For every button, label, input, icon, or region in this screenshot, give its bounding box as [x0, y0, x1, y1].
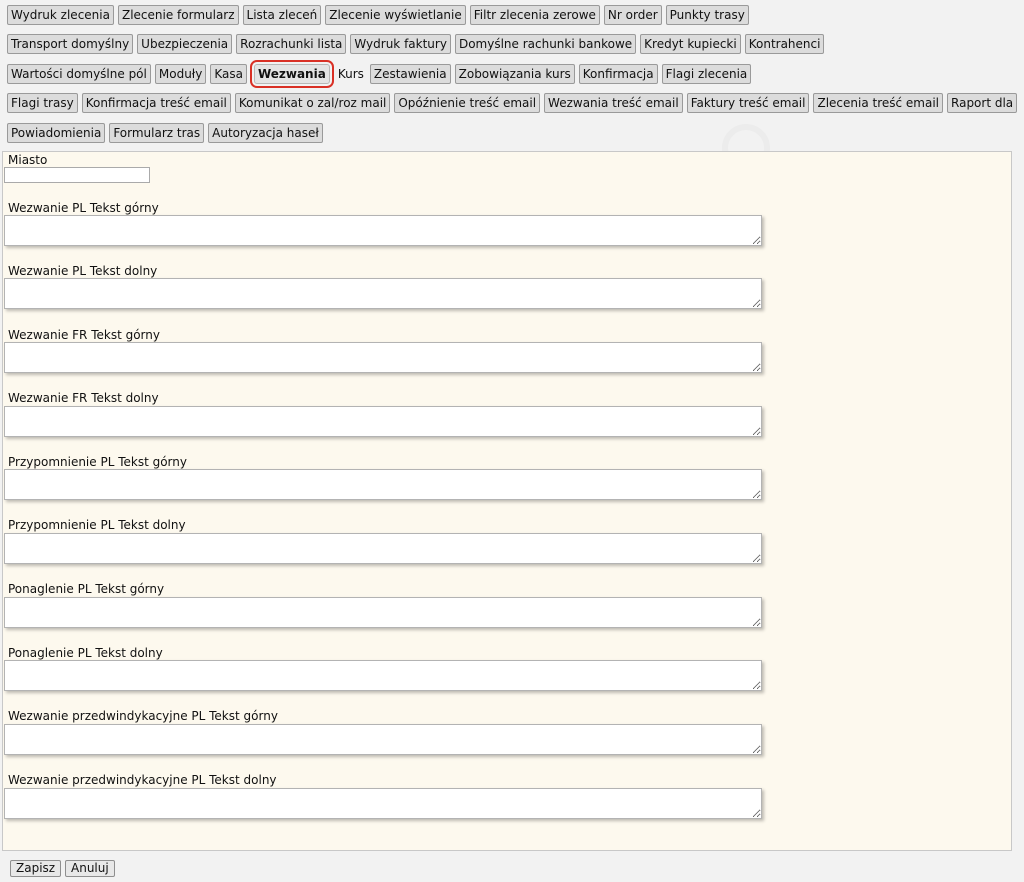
field-label-wezwanie-pl-dolny: Wezwanie PL Tekst dolny [8, 264, 158, 278]
tab-wezwania-tresc-email[interactable]: Wezwania treść email [544, 93, 683, 113]
textarea-przedwindykacyjne-pl-dolny[interactable] [4, 788, 762, 819]
tab-ubezpieczenia[interactable]: Ubezpieczenia [137, 34, 233, 54]
tab-kasa[interactable]: Kasa [210, 64, 247, 84]
tab-rozrachunki-lista[interactable]: Rozrachunki lista [236, 34, 347, 54]
tab-kredyt-kupiecki[interactable]: Kredyt kupiecki [640, 34, 741, 54]
tab-raport-dla[interactable]: Raport dla [947, 93, 1018, 113]
tab-zlecenie-formularz[interactable]: Zlecenie formularz [117, 5, 239, 25]
tab-kontrahenci[interactable]: Kontrahenci [744, 34, 825, 54]
field-label-przedwindykacyjne-pl-dolny: Wezwanie przedwindykacyjne PL Tekst doln… [8, 773, 277, 787]
textarea-ponaglenie-pl-dolny[interactable] [4, 660, 762, 691]
textarea-wezwanie-fr-dolny[interactable] [4, 406, 762, 437]
field-label-wezwanie-fr-gorny: Wezwanie FR Tekst górny [8, 328, 160, 342]
textarea-ponaglenie-pl-gorny[interactable] [4, 597, 762, 628]
tab-opoznienie-tresc-email[interactable]: Opóźnienie treść email [394, 93, 541, 113]
tab-konfirmacja[interactable]: Konfirmacja [578, 64, 658, 84]
tab-punkty-trasy[interactable]: Punkty trasy [665, 5, 749, 25]
tab-filtr-zlecenia-zerowe[interactable]: Filtr zlecenia zerowe [469, 5, 600, 25]
tab-faktury-tresc-email[interactable]: Faktury treść email [686, 93, 810, 113]
tab-autoryzacja-hasel[interactable]: Autoryzacja haseł [208, 123, 323, 143]
tab-zobowiazania-kurs[interactable]: Zobowiązania kurs [454, 64, 575, 84]
tab-wezwania[interactable]: Wezwania [249, 60, 334, 88]
tab-row-3: Wartości domyślne pól Moduły Kasa Wezwania K… [7, 60, 755, 88]
textarea-przedwindykacyjne-pl-gorny[interactable] [4, 724, 762, 755]
field-label-przypomnienie-pl-dolny: Przypomnienie PL Tekst dolny [8, 518, 186, 532]
field-label-ponaglenie-pl-gorny: Ponaglenie PL Tekst górny [8, 582, 165, 596]
city-label: Miasto [8, 153, 48, 167]
wezwania-form-panel: Miasto Wezwanie PL Tekst górny Wezwanie … [2, 151, 1012, 851]
tab-powiadomienia[interactable]: Powiadomienia [7, 123, 106, 143]
city-input[interactable] [4, 167, 150, 183]
tab-konfirmacja-tresc-email[interactable]: Konfirmacja treść email [81, 93, 231, 113]
tab-zestawienia[interactable]: Zestawienia [369, 64, 451, 84]
textarea-wezwanie-pl-dolny[interactable] [4, 278, 762, 309]
tab-moduly[interactable]: Moduły [154, 64, 207, 84]
field-label-przypomnienie-pl-gorny: Przypomnienie PL Tekst górny [8, 455, 187, 469]
tab-zlecenie-wyswietlanie[interactable]: Zlecenie wyświetlanie [325, 5, 466, 25]
tab-zlecenia-tresc-email[interactable]: Zlecenia treść email [813, 93, 944, 113]
tab-wydruk-zlecenia[interactable]: Wydruk zlecenia [7, 5, 114, 25]
settings-tabs: Wydruk zlecenia Zlecenie formularz Lista z… [0, 0, 1024, 150]
field-label-ponaglenie-pl-dolny: Ponaglenie PL Tekst dolny [8, 646, 163, 660]
form-footer: Zapisz Anuluj [2, 851, 1012, 882]
tab-row-5: Powiadomienia Formularz tras Autoryzacja h… [7, 123, 327, 143]
field-label-wezwanie-pl-gorny: Wezwanie PL Tekst górny [8, 201, 159, 215]
tab-kurs[interactable]: Kurs [336, 64, 366, 84]
tab-nr-order[interactable]: Nr order [603, 5, 662, 25]
tab-transport-domyslny[interactable]: Transport domyślny [7, 34, 134, 54]
field-label-wezwanie-fr-dolny: Wezwanie FR Tekst dolny [8, 391, 159, 405]
save-button[interactable]: Zapisz [10, 860, 62, 877]
textarea-przypomnienie-pl-gorny[interactable] [4, 469, 762, 500]
tab-row-2: Transport domyślny Ubezpieczenia Rozrachun… [7, 34, 828, 54]
tab-flagi-trasy[interactable]: Flagi trasy [7, 93, 78, 113]
textarea-wezwanie-fr-gorny[interactable] [4, 342, 762, 373]
tab-row-1: Wydruk zlecenia Zlecenie formularz Lista z… [7, 5, 753, 25]
textarea-przypomnienie-pl-dolny[interactable] [4, 533, 762, 564]
field-label-przedwindykacyjne-pl-gorny: Wezwanie przedwindykacyjne PL Tekst górn… [8, 709, 278, 723]
textarea-wezwanie-pl-gorny[interactable] [4, 215, 762, 246]
tab-komunikat-zal-roz-mail[interactable]: Komunikat o zal/roz mail [234, 93, 391, 113]
tab-wartosci-domyslne-pol[interactable]: Wartości domyślne pól [7, 64, 151, 84]
tab-wydruk-faktury[interactable]: Wydruk faktury [350, 34, 451, 54]
tab-formularz-tras[interactable]: Formularz tras [109, 123, 205, 143]
tab-flagi-zlecenia[interactable]: Flagi zlecenia [661, 64, 752, 84]
tab-row-4: Flagi trasy Konfirmacja treść email Komuni… [7, 93, 1021, 113]
cancel-button[interactable]: Anuluj [65, 860, 115, 877]
tab-domyslne-rachunki-bankowe[interactable]: Domyślne rachunki bankowe [454, 34, 637, 54]
tab-lista-zlecen[interactable]: Lista zleceń [242, 5, 322, 25]
